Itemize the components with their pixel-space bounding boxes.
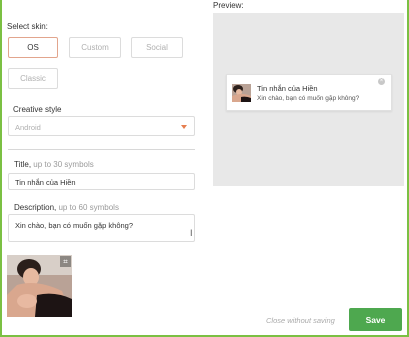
skin-option-classic[interactable]: Classic bbox=[8, 68, 58, 89]
creative-style-label: Creative style bbox=[13, 105, 62, 114]
save-button[interactable]: Save bbox=[349, 308, 402, 331]
skin-option-os[interactable]: OS bbox=[8, 37, 58, 58]
description-hint: up to 60 symbols bbox=[58, 203, 119, 212]
chevron-down-icon bbox=[181, 125, 187, 129]
notification-preview: Tin nhắn của Hiền Xin chào, bạn có muốn … bbox=[226, 74, 392, 111]
notification-text: Xin chào, bạn có muốn gặp không? bbox=[257, 95, 360, 102]
title-input-value: Tin nhắn của Hiền bbox=[15, 178, 76, 187]
description-input-value: Xin chào, bạn có muốn gặp không? bbox=[15, 221, 134, 230]
description-input[interactable]: Xin chào, bạn có muốn gặp không? bbox=[8, 214, 195, 242]
section-divider bbox=[8, 149, 195, 150]
preview-label: Preview: bbox=[213, 1, 244, 10]
skin-option-social[interactable]: Social bbox=[131, 37, 183, 58]
close-icon[interactable]: × bbox=[378, 78, 385, 85]
title-input[interactable]: Tin nhắn của Hiền bbox=[8, 173, 195, 190]
title-label: Title, up to 30 symbols bbox=[14, 160, 94, 169]
text-cursor-icon: Ι bbox=[190, 228, 193, 238]
skin-option-custom[interactable]: Custom bbox=[69, 37, 121, 58]
title-hint: up to 30 symbols bbox=[33, 160, 94, 169]
close-without-saving-link[interactable]: Close without saving bbox=[266, 316, 335, 325]
notification-image bbox=[232, 84, 251, 102]
creative-style-value: Android bbox=[15, 123, 41, 132]
creative-style-select[interactable]: Android bbox=[8, 116, 195, 136]
crop-icon[interactable]: ⌗ bbox=[60, 256, 71, 267]
description-label: Description, up to 60 symbols bbox=[14, 203, 119, 212]
notification-title: Tin nhắn của Hiền bbox=[257, 84, 318, 93]
select-skin-label: Select skin: bbox=[7, 22, 48, 31]
